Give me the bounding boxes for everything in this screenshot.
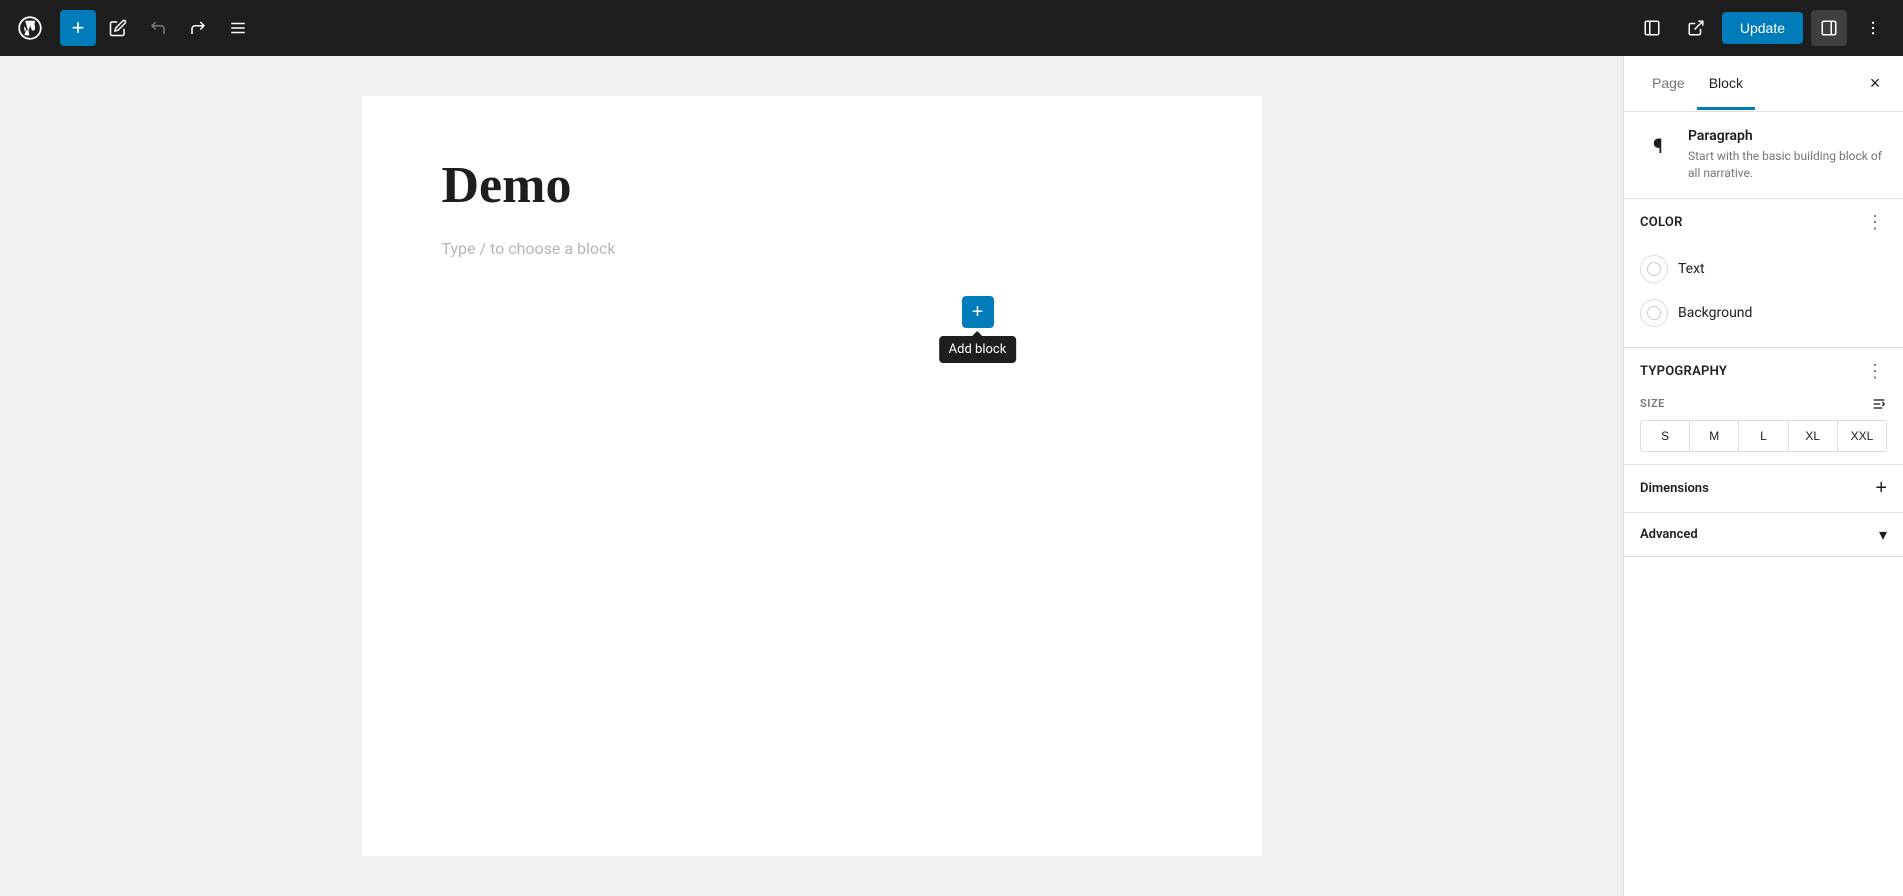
advanced-section: Advanced ▾ [1624, 513, 1903, 557]
block-name: Paragraph [1688, 128, 1887, 144]
size-l-button[interactable]: L [1739, 421, 1788, 451]
sidebar-close-button[interactable]: × [1859, 68, 1891, 100]
dimensions-title: Dimensions [1640, 481, 1709, 496]
main-layout: Demo Type / to choose a block + Add bloc… [0, 56, 1903, 896]
sidebar-tabs: Page Block [1640, 59, 1755, 109]
background-color-option[interactable]: Background [1640, 291, 1887, 335]
background-color-circle-inner [1647, 306, 1661, 320]
advanced-title: Advanced [1640, 527, 1698, 542]
background-color-label: Background [1678, 305, 1752, 321]
document-overview-button[interactable] [220, 10, 256, 46]
block-placeholder[interactable]: Type / to choose a block [442, 239, 1182, 258]
view-button[interactable] [1634, 10, 1670, 46]
editor-area[interactable]: Demo Type / to choose a block + Add bloc… [0, 56, 1623, 896]
size-controls-button[interactable] [1871, 396, 1887, 412]
sidebar-toggle-button[interactable] [1811, 10, 1847, 46]
block-info-text: Paragraph Start with the basic building … [1688, 128, 1887, 182]
right-sidebar: Page Block × ¶ Paragraph Start with the … [1623, 56, 1903, 896]
dimensions-header: Dimensions + [1640, 477, 1887, 500]
color-section-header: Color ⋮ [1640, 211, 1887, 235]
update-button[interactable]: Update [1722, 12, 1803, 44]
advanced-chevron-icon: ▾ [1879, 525, 1887, 544]
background-color-circle [1640, 299, 1668, 327]
size-s-button[interactable]: S [1641, 421, 1690, 451]
size-xl-button[interactable]: XL [1789, 421, 1838, 451]
add-block-tooltip: Add block [939, 336, 1017, 363]
redo-button[interactable] [180, 10, 216, 46]
typography-section: Typography ⋮ SIZE S M L XL XXL [1624, 348, 1903, 465]
tab-page[interactable]: Page [1640, 59, 1697, 110]
toolbar-right: Update [1634, 10, 1891, 46]
size-buttons-group: S M L XL XXL [1640, 420, 1887, 452]
block-description: Start with the basic building block of a… [1688, 148, 1887, 182]
paragraph-icon: ¶ [1640, 128, 1676, 164]
advanced-header[interactable]: Advanced ▾ [1640, 525, 1887, 544]
color-more-button[interactable]: ⋮ [1863, 211, 1887, 235]
size-xxl-button[interactable]: XXL [1838, 421, 1886, 451]
dimensions-add-button[interactable]: + [1875, 477, 1887, 500]
typography-section-header: Typography ⋮ [1640, 360, 1887, 384]
text-color-circle [1640, 255, 1668, 283]
block-info-section: ¶ Paragraph Start with the basic buildin… [1624, 112, 1903, 199]
text-color-label: Text [1678, 261, 1705, 277]
block-info-row: ¶ Paragraph Start with the basic buildin… [1640, 128, 1887, 182]
tab-block[interactable]: Block [1697, 59, 1755, 110]
add-block-toolbar-button[interactable]: + [60, 10, 96, 46]
wp-logo [12, 10, 48, 46]
edit-tool-button[interactable] [100, 10, 136, 46]
main-toolbar: + Update [0, 0, 1903, 56]
dimensions-section: Dimensions + [1624, 465, 1903, 513]
color-section-title: Color [1640, 215, 1683, 230]
typography-more-button[interactable]: ⋮ [1863, 360, 1887, 384]
text-color-circle-inner [1647, 262, 1661, 276]
size-m-button[interactable]: M [1690, 421, 1739, 451]
page-title[interactable]: Demo [442, 156, 1182, 215]
typography-section-title: Typography [1640, 364, 1727, 379]
size-label: SIZE [1640, 396, 1887, 412]
color-section: Color ⋮ Text Background [1624, 199, 1903, 348]
more-options-button[interactable] [1855, 10, 1891, 46]
editor-content: Demo Type / to choose a block + Add bloc… [362, 96, 1262, 856]
add-block-inline-button[interactable]: + [962, 296, 994, 328]
sidebar-header: Page Block × [1624, 56, 1903, 112]
undo-button[interactable] [140, 10, 176, 46]
external-link-button[interactable] [1678, 10, 1714, 46]
text-color-option[interactable]: Text [1640, 247, 1887, 291]
add-block-container: + Add block [962, 296, 994, 328]
